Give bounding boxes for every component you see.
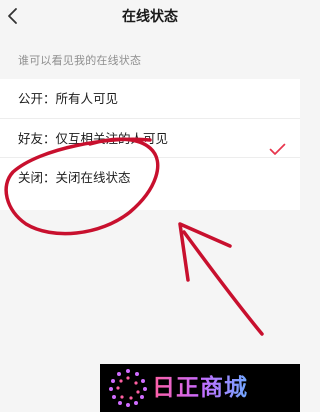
option-public[interactable]: 公开：所有人可见: [0, 79, 300, 118]
option-off[interactable]: 关闭：关闭在线状态: [0, 157, 300, 196]
option-label: 关闭：关闭在线状态: [18, 170, 131, 185]
visibility-options-list: 公开：所有人可见 好友：仅互相关注的人可见 关闭：关闭在线状态: [0, 79, 300, 210]
watermark-logo-icon: [109, 369, 147, 407]
option-label: 公开：所有人可见: [18, 91, 119, 106]
watermark-banner: 日正商城: [100, 364, 300, 412]
top-bar: 在线状态: [0, 0, 300, 34]
section-label: 谁可以看见我的在线状态: [18, 54, 142, 67]
watermark-text: 日正商城: [152, 375, 248, 401]
list-bottom-spacer: [0, 196, 300, 210]
checkmark-icon: [269, 132, 286, 155]
option-friends[interactable]: 好友：仅互相关注的人可见: [0, 118, 300, 157]
option-label: 好友：仅互相关注的人可见: [18, 131, 169, 146]
annotation-arrow-head: [178, 222, 232, 282]
annotation-arrow-shaft: [182, 230, 264, 336]
page-title: 在线状态: [122, 9, 178, 25]
